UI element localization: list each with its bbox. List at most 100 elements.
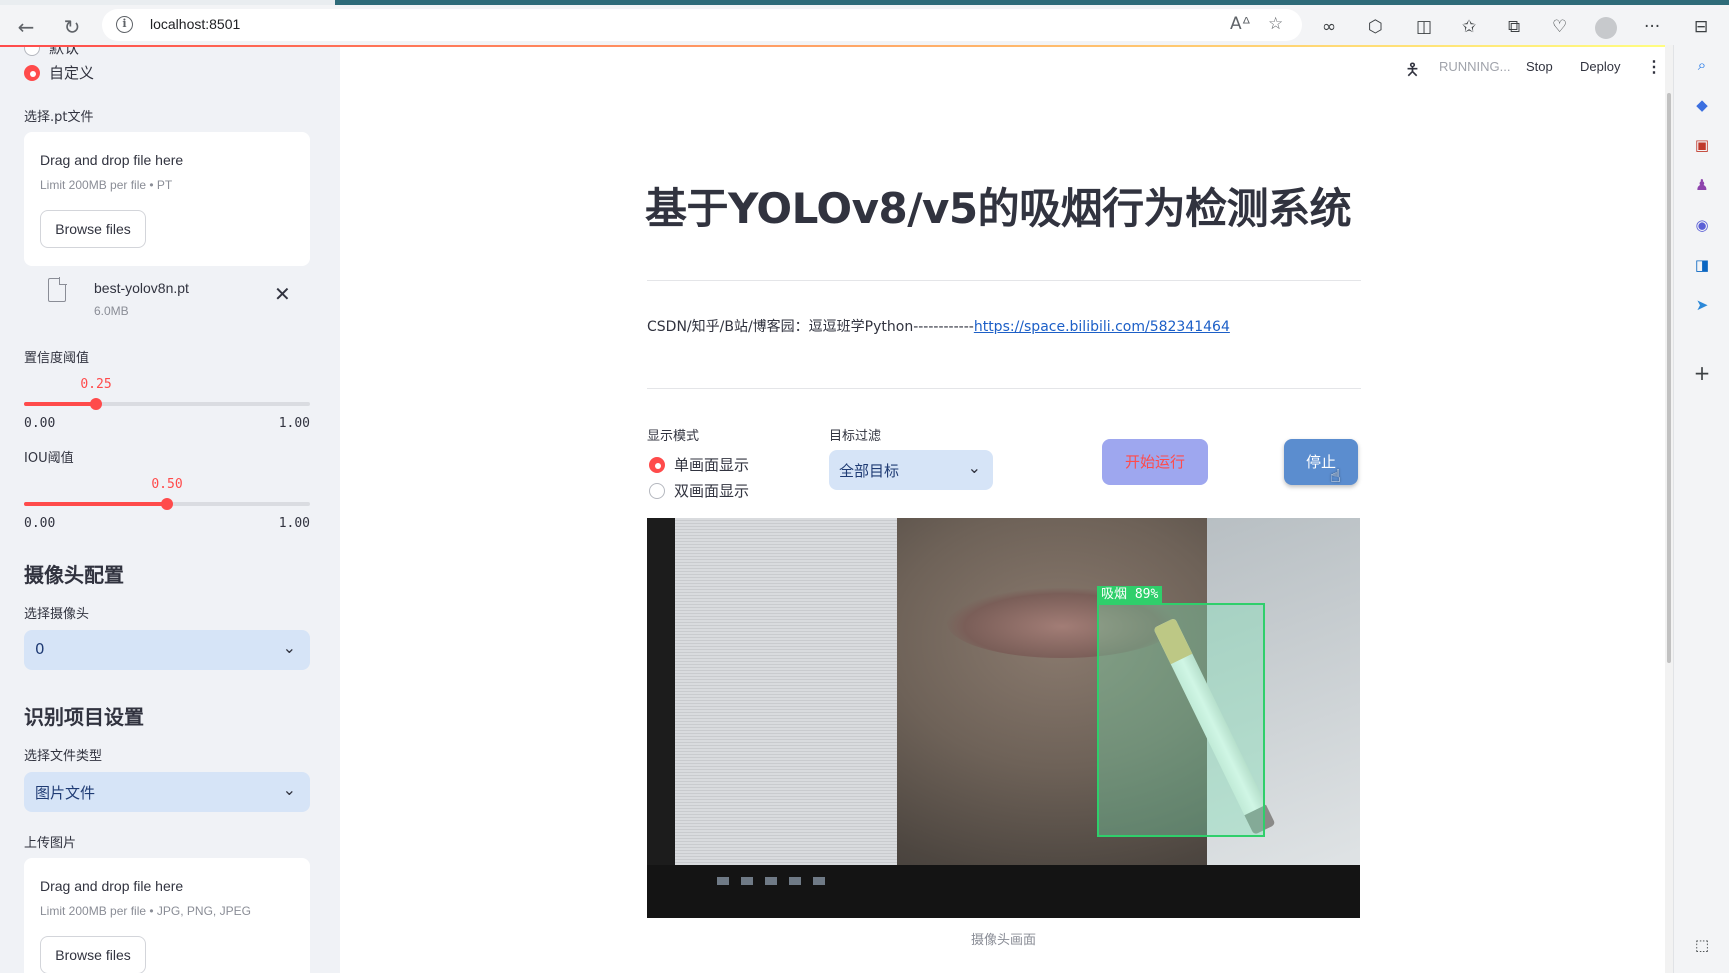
send-icon[interactable]: ➤ xyxy=(1692,295,1712,315)
performance-icon[interactable]: ♡ xyxy=(1552,17,1567,37)
slider-value: 0.25 xyxy=(80,377,112,392)
mouse-pointer-icon: ☝ xyxy=(1330,466,1341,487)
read-aloud-icon[interactable]: Aᐞ xyxy=(1230,14,1251,34)
split-screen-icon[interactable]: ◫ xyxy=(1416,17,1432,37)
pt-file-dropzone[interactable]: Drag and drop file here Limit 200MB per … xyxy=(24,132,310,266)
radio-label: 单画面显示 xyxy=(674,456,750,474)
stop-button[interactable]: 停止 xyxy=(1284,439,1358,485)
extensions-icon[interactable]: ⬡ xyxy=(1368,17,1383,37)
favorite-star-icon[interactable]: ☆ xyxy=(1268,14,1283,34)
monitor-bezel xyxy=(647,518,675,918)
file-icon xyxy=(48,277,67,302)
profile-avatar[interactable] xyxy=(1595,17,1617,39)
running-status: RUNNING... xyxy=(1439,59,1511,74)
more-menu-icon[interactable]: ··· xyxy=(1644,17,1660,37)
camera-select[interactable]: 0 ⌄ xyxy=(24,630,310,670)
slider-min: 0.00 xyxy=(24,416,56,431)
app-menu-icon[interactable]: ⋮ xyxy=(1646,57,1662,77)
infinity-icon[interactable]: ∞ xyxy=(1322,17,1336,37)
dropzone-text: Drag and drop file here xyxy=(40,878,184,894)
camera-config-heading: 摄像头配置 xyxy=(24,563,124,587)
slider-handle[interactable] xyxy=(90,398,102,410)
site-info-icon[interactable]: i xyxy=(116,16,133,33)
app-sidebar: 默认 自定义 选择.pt文件 Drag and drop file here L… xyxy=(0,45,340,973)
browse-files-button[interactable]: Browse files xyxy=(40,936,146,973)
confidence-slider[interactable]: 0.25 0.00 1.00 xyxy=(24,368,310,431)
radio-label: 双画面显示 xyxy=(674,482,750,500)
screenshot-icon[interactable]: ⬚ xyxy=(1692,935,1712,955)
sidebar-toggle-icon[interactable]: ⊟ xyxy=(1694,17,1708,37)
slider-fill xyxy=(24,502,167,506)
image-file-dropzone[interactable]: Drag and drop file here Limit 200MB per … xyxy=(24,858,310,973)
back-arrow-icon[interactable]: ← xyxy=(14,15,38,39)
stop-app-button[interactable]: Stop xyxy=(1526,59,1553,74)
confidence-label: 置信度阈值 xyxy=(24,351,90,366)
remove-file-close-icon[interactable]: ✕ xyxy=(274,282,291,306)
image-caption: 摄像头画面 xyxy=(970,933,1036,948)
browse-files-button[interactable]: Browse files xyxy=(40,210,146,248)
pt-uploader-label: 选择.pt文件 xyxy=(24,110,94,125)
select-value: 全部目标 xyxy=(839,462,900,480)
slider-handle[interactable] xyxy=(161,498,173,510)
camera-frame: 吸烟 89% xyxy=(647,518,1360,918)
address-bar[interactable]: i localhost:8501 Aᐞ ☆ xyxy=(102,9,1302,41)
page-scrollbar[interactable] xyxy=(1665,45,1673,973)
radio-label: 自定义 xyxy=(49,64,95,82)
display-mode-label: 显示模式 xyxy=(647,429,700,444)
iou-label: IOU阈值 xyxy=(24,451,74,466)
page-title: 基于YOLOv8/v5的吸烟行为检测系统 xyxy=(645,184,1352,233)
favorites-icon[interactable]: ✩ xyxy=(1462,17,1476,37)
filetype-select[interactable]: 图片文件 ⌄ xyxy=(24,772,310,812)
radio-dot-selected[interactable] xyxy=(649,456,665,473)
browser-toolbar: ← ↻ i localhost:8501 Aᐞ ☆ ∞ ⬡ ◫ ✩ ⧉ ♡ ··… xyxy=(0,5,1729,45)
dropzone-limit: Limit 200MB per file • JPG, PNG, JPEG xyxy=(40,904,251,918)
uploaded-file-size: 6.0MB xyxy=(94,304,129,318)
toolbox-icon[interactable]: ▣ xyxy=(1692,135,1712,155)
radio-dual-view[interactable]: 双画面显示 xyxy=(649,480,749,501)
chevron-down-icon: ⌄ xyxy=(967,458,981,477)
chevron-down-icon: ⌄ xyxy=(282,780,296,799)
uploaded-file-name: best-yolov8n.pt xyxy=(94,280,189,296)
games-icon[interactable]: ♟ xyxy=(1692,175,1712,195)
target-filter-label: 目标过滤 xyxy=(829,429,882,444)
copilot-icon[interactable]: ◉ xyxy=(1692,215,1712,235)
header-decoration-bar xyxy=(0,45,1665,47)
chevron-down-icon: ⌄ xyxy=(282,638,296,657)
dropzone-text: Drag and drop file here xyxy=(40,152,184,168)
monitor-background xyxy=(647,518,897,865)
radio-single-view[interactable]: 单画面显示 xyxy=(649,454,749,475)
search-icon[interactable]: ⌕ xyxy=(1692,55,1712,75)
iou-slider[interactable]: 0.50 0.00 1.00 xyxy=(24,468,310,531)
tag-icon[interactable]: ◆ xyxy=(1692,95,1712,115)
divider xyxy=(647,280,1361,281)
detection-label: 吸烟 89% xyxy=(1097,586,1163,603)
select-value: 0 xyxy=(35,640,45,658)
screen-taskbar xyxy=(717,870,837,885)
outlook-icon[interactable]: ◨ xyxy=(1692,255,1712,275)
scrollbar-thumb[interactable] xyxy=(1667,93,1671,663)
select-value: 图片文件 xyxy=(35,784,96,802)
radio-dot[interactable] xyxy=(649,482,665,499)
camera-select-label: 选择摄像头 xyxy=(24,607,90,622)
filetype-select-label: 选择文件类型 xyxy=(24,749,103,764)
slider-min: 0.00 xyxy=(24,516,56,531)
credit-text: CSDN/知乎/B站/博客园：逗逗班学Python------------ xyxy=(647,319,974,335)
collections-icon[interactable]: ⧉ xyxy=(1508,17,1520,37)
running-man-icon: 🯅 xyxy=(1405,60,1420,79)
slider-max: 1.00 xyxy=(278,416,310,431)
credit-line: CSDN/知乎/B站/博客园：逗逗班学Python------------htt… xyxy=(647,316,1230,336)
recognition-settings-heading: 识别项目设置 xyxy=(24,705,144,729)
slider-max: 1.00 xyxy=(278,516,310,531)
deploy-button[interactable]: Deploy xyxy=(1580,59,1620,74)
divider xyxy=(647,388,1361,389)
target-filter-select[interactable]: 全部目标 ⌄ xyxy=(829,450,993,490)
radio-dot-selected[interactable] xyxy=(24,64,40,81)
add-icon[interactable]: + xyxy=(1692,363,1712,383)
slider-value: 0.50 xyxy=(151,477,183,492)
bilibili-link[interactable]: https://space.bilibili.com/582341464 xyxy=(974,319,1230,335)
image-upload-label: 上传图片 xyxy=(24,836,77,851)
start-run-button[interactable]: 开始运行 xyxy=(1102,439,1208,485)
radio-custom-model[interactable]: 自定义 xyxy=(24,62,94,83)
reload-icon[interactable]: ↻ xyxy=(60,15,84,39)
detection-box xyxy=(1097,603,1265,837)
